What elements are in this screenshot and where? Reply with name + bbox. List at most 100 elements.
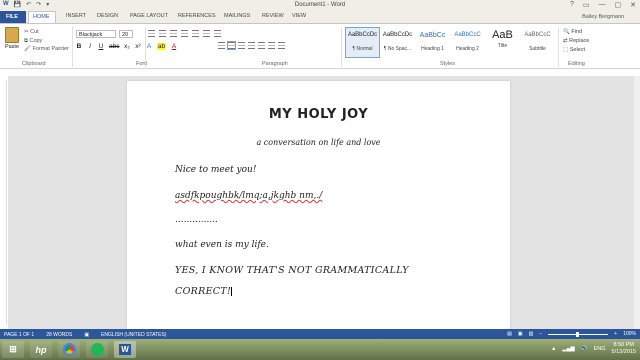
increase-indent-icon[interactable] [192,30,199,37]
word-count[interactable]: 28 WORDS [46,332,72,338]
ribbon-display-icon[interactable]: ▭ [583,1,590,9]
zoom-out-icon[interactable]: − [539,331,542,337]
font-name-dropdown[interactable]: Blackjack [76,30,116,38]
strikethrough-button[interactable]: abc [109,43,119,50]
tab-review[interactable]: REVIEW [262,13,284,19]
style-title[interactable]: AaB Title [485,27,520,58]
window-title: Document1 - Word [294,2,346,8]
user-name[interactable]: Bailey Bergmann [582,14,624,20]
spotify-icon[interactable] [86,341,108,358]
minimize-button[interactable]: — [599,1,606,9]
tab-home[interactable]: HOME [28,11,56,23]
decrease-indent-icon[interactable] [181,30,188,37]
sort-icon[interactable] [203,30,210,37]
style-preview: AaB [492,29,513,41]
clock[interactable]: 8:50 PM 5/13/2015 [612,342,636,356]
style-heading-1[interactable]: AaBbCc Heading 1 [415,27,450,58]
help-icon[interactable]: ? [570,1,574,9]
document-line: CORRECT! [175,286,232,297]
copy-button[interactable]: ⧉ Copy [24,37,69,46]
style-preview: AaBbCcDc [382,32,413,38]
tab-references[interactable]: REFERENCES [178,13,216,19]
find-label: Find [571,29,583,35]
cut-button[interactable]: ✂ Cut [24,28,69,37]
font-color-button[interactable]: A [171,43,177,50]
align-left-icon[interactable] [218,42,225,49]
web-layout-icon[interactable]: ▥ [529,331,534,337]
underline-button[interactable]: U [98,43,104,50]
zoom-in-icon[interactable]: + [614,331,617,337]
replace-button[interactable]: ⇄ Replace [563,37,589,46]
format-painter-button[interactable]: 🖌 Format Painter [24,45,69,54]
style-heading-2[interactable]: AaBbCcC Heading 2 [450,27,485,58]
read-mode-icon[interactable]: ▤ [507,331,512,337]
paragraph-row-1 [148,30,221,37]
input-language[interactable]: ENG [594,346,606,352]
tab-page-layout[interactable]: PAGE LAYOUT [130,13,168,19]
zoom-slider[interactable] [548,331,609,337]
tab-design[interactable]: DESIGN [97,13,118,19]
proofing-icon[interactable]: ▣ [84,332,89,338]
vertical-scrollbar[interactable] [634,76,640,329]
document-line-with-cursor: CORRECT! [175,286,233,297]
tab-insert[interactable]: INSERT [66,13,86,19]
paste-button[interactable]: Paste [3,27,21,57]
multilevel-list-icon[interactable] [170,30,177,37]
style-subtitle[interactable]: AaBbCcC Subtitle [520,27,555,58]
style-name: Title [497,43,508,49]
document-page[interactable]: MY HOLY JOY a conversation on life and l… [127,81,510,329]
style-name: Subtitle [529,46,546,52]
numbering-icon[interactable] [159,30,166,37]
ribbon-tabs: FILE HOME INSERT DESIGN PAGE LAYOUT REFE… [0,11,640,23]
style-preview: AaBbCcC [454,32,481,38]
word-taskbar-icon[interactable]: W [114,341,136,358]
style-normal[interactable]: AaBbCcDc ¶ Normal [345,27,380,58]
taskbar: ⊞ hp W ▲ ▂▄▆ 🔊 ENG 8:50 PM 5/13/2015 [0,339,640,360]
borders-icon[interactable] [278,42,285,49]
close-button[interactable]: ✕ [630,1,636,9]
bullets-icon[interactable] [148,30,155,37]
text-cursor [231,287,233,296]
show-formatting-icon[interactable] [214,30,221,37]
select-icon: ⬚ [563,47,570,53]
zoom-level[interactable]: 100% [623,331,636,337]
tray-expand-icon[interactable]: ▲ [551,346,556,352]
paste-icon [5,27,19,43]
chrome-icon[interactable] [58,341,80,358]
line-spacing-icon[interactable] [258,42,265,49]
page-count[interactable]: PAGE 1 OF 1 [4,332,34,338]
format-painter-label: Format Painter [32,46,69,52]
vertical-ruler[interactable] [3,80,7,325]
superscript-button[interactable]: x² [135,43,141,50]
italic-button[interactable]: I [87,43,93,50]
tab-view[interactable]: VIEW [292,13,306,19]
volume-icon[interactable]: 🔊 [581,346,588,352]
start-button[interactable]: ⊞ [2,341,24,358]
network-icon[interactable]: ▂▄▆ [562,346,574,352]
style-name: Heading 1 [421,46,444,52]
align-center-icon[interactable] [227,41,236,50]
clipboard-items: ✂ Cut ⧉ Copy 🖌 Format Painter [24,28,69,54]
document-title: MY HOLY JOY [268,107,369,122]
font-size-dropdown[interactable]: 20 [119,30,133,38]
tab-file[interactable]: FILE [0,11,26,23]
language-status[interactable]: ENGLISH (UNITED STATES) [101,332,166,338]
bold-button[interactable]: B [76,43,82,50]
maximize-button[interactable]: ▢ [615,1,622,9]
document-subtitle: a conversation on life and love [256,138,381,147]
style-preview: AaBbCcDc [347,32,378,38]
document-line: YES, I KNOW THAT'S NOT GRAMMATICALLY [175,265,409,276]
find-button[interactable]: 🔍 Find [563,28,589,37]
align-right-icon[interactable] [238,42,245,49]
text-effects-button[interactable]: A [146,43,152,50]
subscript-button[interactable]: x₂ [124,43,130,50]
highlight-button[interactable]: ab [157,43,166,50]
style-no-spacing[interactable]: AaBbCcDc ¶ No Spac... [380,27,415,58]
hp-icon[interactable]: hp [30,341,52,358]
shading-icon[interactable] [268,42,275,49]
print-layout-icon[interactable]: ▣ [518,331,523,337]
justify-icon[interactable] [248,42,255,49]
select-button[interactable]: ⬚ Select [563,46,589,55]
styles-gallery: AaBbCcDc ¶ Normal AaBbCcDc ¶ No Spac... Aa… [345,27,555,58]
tab-mailings[interactable]: MAILINGS [224,13,250,19]
